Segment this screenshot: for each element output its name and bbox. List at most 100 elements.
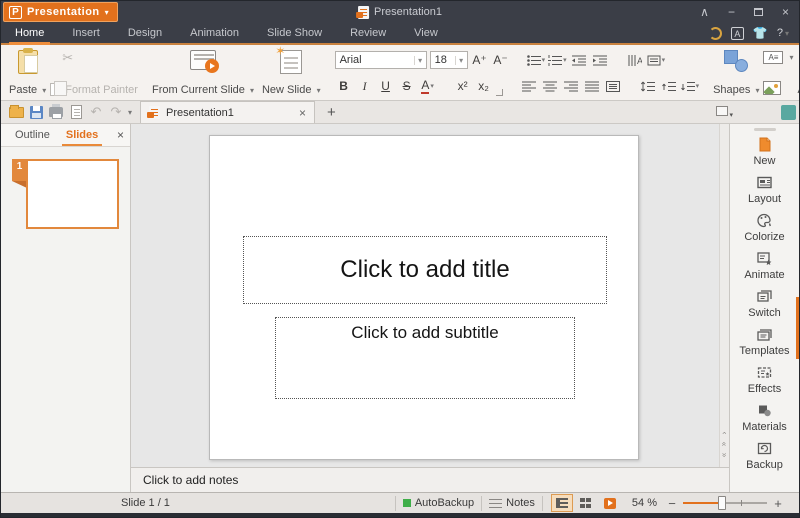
document-icon [358,6,369,19]
format-painter-button[interactable]: Format Painter [50,83,138,96]
line-spacing-button[interactable] [639,77,657,96]
undo-button[interactable]: ↶ [86,102,106,122]
zoom-level[interactable]: 54 % [632,497,657,509]
text-direction-button[interactable]: A [626,51,644,70]
decrease-paragraph-spacing-button[interactable]: ▾ [681,77,700,96]
next-slide-button[interactable]: » [720,453,728,457]
skin-icon[interactable]: 👕 [753,26,768,40]
maximize-button[interactable] [745,1,772,23]
previous-slide-button[interactable]: » [720,442,728,446]
quickbar-customize-button[interactable]: ▾ [128,108,132,117]
increase-paragraph-spacing-button[interactable] [660,77,678,96]
cut-button[interactable]: ✂ [50,50,138,66]
sidebar-item-materials[interactable]: Materials [742,402,787,433]
tab-home[interactable]: Home [1,23,58,43]
vertical-scrollbar[interactable]: › » » [719,124,729,467]
print-button[interactable] [46,102,66,122]
slide-editor[interactable]: Click to add title Click to add subtitle [209,135,639,460]
underline-button[interactable]: U [377,77,395,96]
align-left-button[interactable] [520,77,538,96]
close-tab-icon[interactable]: × [299,106,306,120]
paste-button[interactable]: Paste ▾ [5,48,50,98]
sidebar-scrollbar[interactable] [796,297,799,359]
sidebar-item-switch[interactable]: Switch [748,288,780,319]
app-menu-button[interactable]: P Presentation ▾ [3,2,118,22]
slide-thumbnail[interactable] [26,159,119,229]
help-menu-button[interactable]: ?▾ [777,27,789,39]
tab-insert[interactable]: Insert [58,23,114,43]
decrease-font-button[interactable]: A⁻ [492,51,510,70]
bold-button[interactable]: B [335,77,353,96]
slideshow-button[interactable] [599,494,621,512]
decrease-indent-button[interactable] [570,51,588,70]
sidebar-item-templates[interactable]: Templates [739,326,789,357]
font-name-combobox[interactable]: Arial▾ [335,51,427,69]
open-button[interactable] [6,102,26,122]
print-preview-button[interactable] [66,102,86,122]
sync-icon[interactable] [709,27,722,40]
sidebar-item-new[interactable]: New [753,136,775,167]
subscript-button[interactable]: x₂ [475,77,493,96]
bullet-list-button[interactable]: ▾ [527,51,546,70]
dialog-launcher-icon[interactable] [496,89,503,96]
document-tab[interactable]: Presentation1 × [140,101,315,123]
sidebar-item-colorize[interactable]: Colorize [744,212,784,243]
text-tool-icon[interactable]: A [731,27,744,40]
sidebar-item-effects[interactable]: Effects [748,364,781,395]
increase-indent-button[interactable] [591,51,609,70]
minimize-button[interactable]: − [718,1,745,23]
scroll-up-icon[interactable]: › [720,432,728,435]
zoom-in-button[interactable]: + [771,496,785,511]
font-color-button[interactable]: A▾ [419,77,437,96]
align-right-button[interactable] [562,77,580,96]
title-placeholder[interactable]: Click to add title [243,236,607,304]
tab-review[interactable]: Review [336,23,400,43]
tab-slide-show[interactable]: Slide Show [253,23,336,43]
sidebar-item-animate[interactable]: Animate [744,250,784,281]
from-current-slide-button[interactable]: From Current Slide ▾ [148,48,258,98]
tab-outline[interactable]: Outline [7,124,58,146]
zoom-slider-thumb[interactable] [718,496,726,510]
numbered-list-button[interactable]: ▾ [548,51,567,70]
slide-indicator: Slide 1 / 1 [121,497,170,509]
tab-animation[interactable]: Animation [176,23,253,43]
font-size-combobox[interactable]: 18▾ [430,51,468,69]
shapes-button[interactable]: Shapes ▾ [709,48,763,98]
new-tab-button[interactable]: + [315,104,348,121]
notes-toggle[interactable]: Notes [506,497,535,509]
sidebar-item-layout[interactable]: Layout [748,174,781,205]
arrange-button[interactable]: Arrange ▾ [794,48,800,98]
text-box-button[interactable]: A≡▾ [763,51,793,64]
normal-view-button[interactable] [551,494,573,512]
zoom-out-button[interactable]: − [665,496,679,511]
strikethrough-button[interactable]: S [398,77,416,96]
tab-view[interactable]: View [400,23,452,43]
close-button[interactable]: × [772,1,799,23]
save-button[interactable] [26,102,46,122]
increase-font-button[interactable]: A⁺ [471,51,489,70]
floppy-icon [30,106,43,119]
superscript-button[interactable]: x² [454,77,472,96]
tab-list-button[interactable] [711,103,733,121]
justify-button[interactable] [583,77,601,96]
align-center-button[interactable] [541,77,559,96]
zoom-slider[interactable] [683,496,767,510]
autobackup-label[interactable]: AutoBackup [415,497,474,509]
redo-button[interactable]: ↷ [106,102,126,122]
sidebar-collapse-handle[interactable] [754,128,776,131]
tab-design[interactable]: Design [114,23,176,43]
align-text-button[interactable]: ▾ [647,51,666,70]
new-slide-button[interactable]: ✶ New Slide ▾ [258,48,325,98]
sidebar-item-backup[interactable]: Backup [746,440,783,471]
picture-button[interactable] [763,81,781,95]
tab-slides[interactable]: Slides [58,124,106,146]
slide-sorter-view-button[interactable] [575,494,597,512]
italic-button[interactable]: I [356,77,374,96]
distribute-text-button[interactable] [604,77,622,96]
teal-app-icon[interactable] [781,105,796,120]
copy-icon[interactable] [50,83,61,96]
collapse-window-button[interactable]: ∧ [691,1,718,23]
notes-pane[interactable]: Click to add notes [131,467,729,492]
close-panel-icon[interactable]: × [117,128,124,142]
subtitle-placeholder[interactable]: Click to add subtitle [275,317,575,399]
